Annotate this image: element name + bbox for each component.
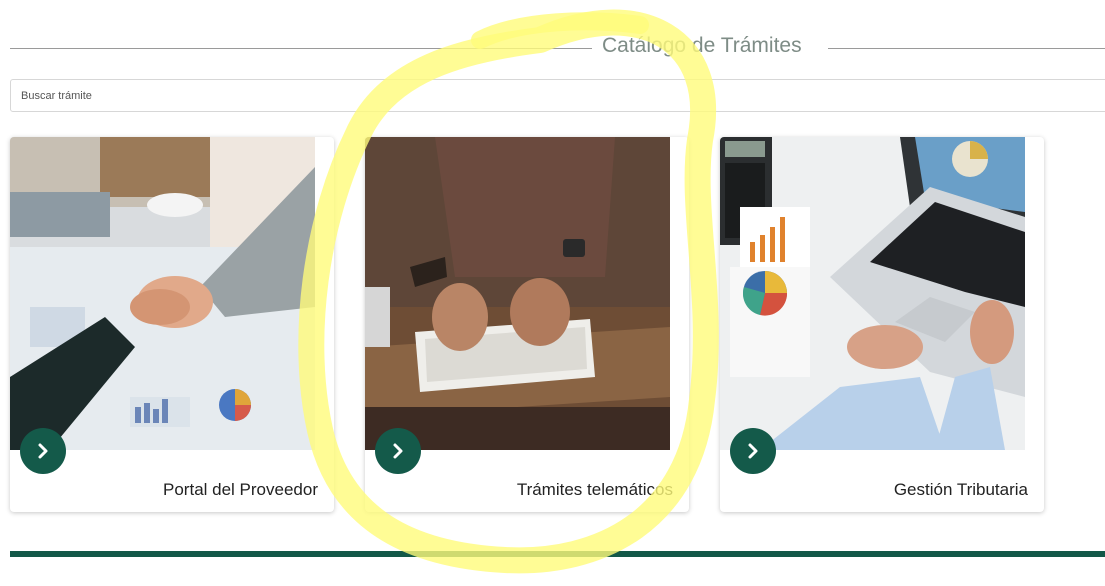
card-image-keyboard (365, 137, 670, 450)
chevron-right-icon (38, 443, 48, 459)
card-image-laptop (720, 137, 1025, 450)
card-image-handshake (10, 137, 315, 450)
title-divider-right (828, 48, 1105, 49)
footer-divider-bar (10, 551, 1105, 557)
chevron-right-icon (393, 443, 403, 459)
card-go-button[interactable] (730, 428, 776, 474)
catalog-header: Catálogo de Trámites (10, 30, 1105, 68)
page-title: Catálogo de Trámites (602, 34, 802, 57)
card-go-button[interactable] (375, 428, 421, 474)
card-label: Gestión Tributaria (893, 480, 1028, 499)
title-divider-left (10, 48, 592, 49)
card-label: Trámites telemáticos (516, 480, 673, 499)
card-label: Portal del Proveedor (163, 480, 318, 499)
chevron-right-icon (748, 443, 758, 459)
card-gestion-tributaria[interactable]: Gestión Tributaria (720, 137, 1044, 512)
card-portal-proveedor[interactable]: Portal del Proveedor (10, 137, 334, 512)
card-go-button[interactable] (20, 428, 66, 474)
card-tramites-telematicos[interactable]: Trámites telemáticos (365, 137, 689, 512)
search-input[interactable] (10, 79, 1105, 112)
